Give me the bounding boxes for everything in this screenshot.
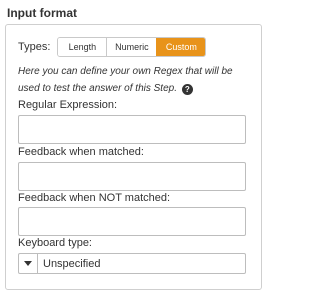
type-custom-button[interactable]: Custom bbox=[156, 38, 206, 56]
type-length-button[interactable]: Length bbox=[58, 38, 107, 56]
types-row: Types: Length Numeric Custom bbox=[18, 36, 207, 58]
help-text: Here you can define your own Regex that … bbox=[18, 66, 233, 94]
type-numeric-button[interactable]: Numeric bbox=[106, 38, 157, 56]
input-format-panel: Input format Types: Length Numeric Custo… bbox=[0, 0, 266, 294]
section-title: Input format bbox=[7, 6, 77, 20]
caret-down-icon[interactable] bbox=[19, 254, 38, 273]
feedback-matched-input[interactable] bbox=[18, 162, 246, 191]
feedback-not-matched-label: Feedback when NOT matched: bbox=[18, 192, 171, 204]
keyboard-type-select[interactable]: Unspecified bbox=[18, 253, 246, 274]
input-format-box: Types: Length Numeric Custom Here you ca… bbox=[5, 24, 262, 290]
regex-input[interactable] bbox=[18, 115, 246, 144]
types-segmented-control: Length Numeric Custom bbox=[57, 37, 207, 57]
keyboard-type-label: Keyboard type: bbox=[18, 237, 92, 249]
regex-label: Regular Expression: bbox=[18, 99, 118, 111]
question-circle-icon[interactable]: ? bbox=[181, 84, 193, 95]
feedback-not-matched-input[interactable] bbox=[18, 207, 246, 236]
types-label: Types: bbox=[18, 41, 51, 53]
help-text-block: Here you can define your own Regex that … bbox=[18, 63, 256, 97]
keyboard-type-value: Unspecified bbox=[43, 257, 101, 270]
feedback-matched-label: Feedback when matched: bbox=[18, 146, 144, 158]
